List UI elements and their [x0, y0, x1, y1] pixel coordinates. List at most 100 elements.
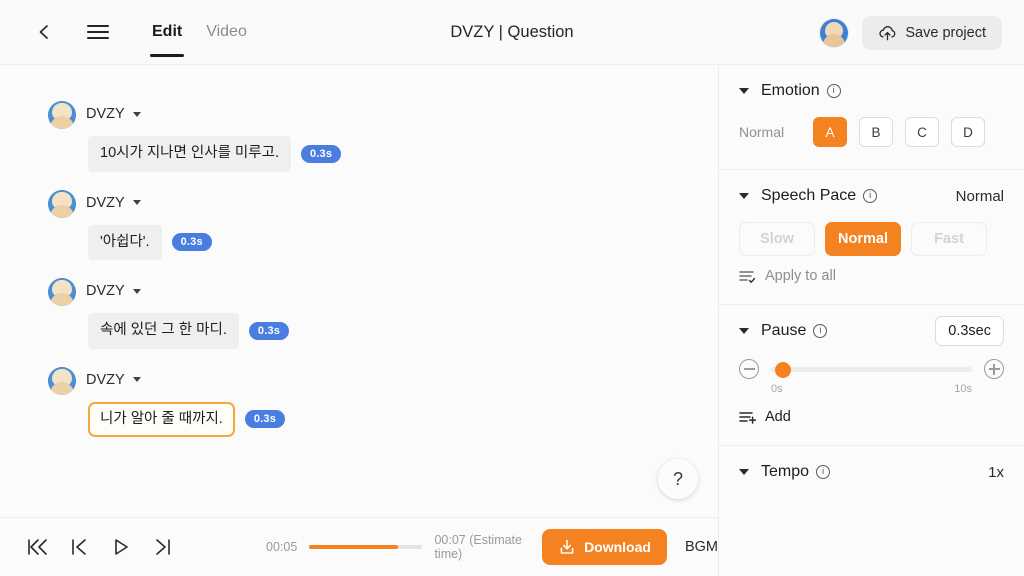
speaker-selector[interactable]: DVZY — [86, 106, 141, 122]
line-header: DVZY — [48, 367, 718, 393]
pause-min-label: 0s — [771, 383, 783, 395]
line-avatar[interactable] — [48, 101, 76, 129]
tempo-header: Tempo i 1x — [739, 446, 1004, 498]
speaker-selector[interactable]: DVZY — [86, 372, 141, 388]
download-icon — [560, 539, 574, 554]
cloud-upload-icon — [879, 25, 896, 40]
pace-option-normal-label: Normal — [838, 231, 888, 247]
emotion-option-b-label: B — [871, 124, 881, 140]
emotion-option-b[interactable]: B — [859, 117, 893, 147]
collapse-toggle-icon[interactable] — [739, 469, 749, 475]
info-icon[interactable]: i — [826, 84, 841, 98]
save-project-button[interactable]: Save project — [862, 15, 1002, 50]
chevron-down-icon — [132, 200, 141, 206]
collapse-toggle-icon[interactable] — [739, 193, 749, 199]
tab-video[interactable]: Video — [194, 0, 259, 65]
collapse-toggle-icon[interactable] — [739, 88, 749, 94]
skip-to-start-icon — [28, 539, 47, 555]
line-avatar[interactable] — [48, 278, 76, 307]
plus-circle-icon[interactable] — [984, 359, 1004, 379]
pause-slider-thumb[interactable] — [775, 361, 792, 378]
line-text[interactable]: 10시가 지나면 인사를 미루고. — [88, 136, 291, 172]
add-pause-button[interactable]: Add — [739, 395, 1004, 445]
speaker-name: DVZY — [86, 371, 125, 388]
list-plus-icon — [739, 411, 756, 424]
pause-value-input[interactable]: 0.3sec — [935, 316, 1004, 346]
pause-slider-row — [739, 357, 1004, 379]
pause-section: Pause i 0.3sec 0s 10s Add — [719, 305, 1024, 446]
speaker-selector[interactable]: DVZY — [86, 195, 141, 211]
speaker-name: DVZY — [86, 106, 125, 122]
line-body: 속에 있던 그 한 마디. 0.3s — [88, 313, 718, 349]
line-text[interactable]: '아쉽다'. — [88, 224, 162, 261]
app-root: Edit Video DVZY | Question Save project — [0, 0, 1024, 576]
line-text-selected[interactable]: 니가 알아 줄 때까지. — [88, 401, 235, 438]
emotion-option-a[interactable]: A — [813, 117, 847, 147]
emotion-option-c[interactable]: C — [905, 117, 939, 147]
tab-edit-label: Edit — [152, 23, 183, 40]
apply-to-all-button[interactable]: Apply to all — [739, 268, 1004, 304]
pace-option-slow[interactable]: Slow — [739, 222, 815, 256]
speech-pace-value: Normal — [955, 187, 1004, 205]
speaker-name: DVZY — [86, 194, 125, 211]
speech-pace-options: Slow Normal Fast — [739, 222, 1004, 268]
pace-option-normal[interactable]: Normal — [825, 222, 901, 256]
info-icon[interactable]: i — [863, 189, 878, 203]
speech-pace-section: Speech Pace i Normal Slow Normal Fast Ap… — [719, 170, 1024, 305]
chevron-down-icon — [132, 288, 141, 294]
tempo-title: Tempo — [761, 463, 810, 480]
info-icon[interactable]: i — [816, 465, 831, 479]
previous-button[interactable] — [66, 534, 92, 560]
duration-badge[interactable]: 0.3s — [171, 233, 212, 252]
help-label: ? — [672, 468, 683, 489]
emotion-option-d[interactable]: D — [951, 117, 985, 147]
line-header: DVZY — [48, 278, 718, 304]
play-button[interactable] — [108, 534, 134, 560]
emotion-title: Emotion — [761, 82, 820, 99]
tab-edit[interactable]: Edit — [140, 0, 194, 65]
pace-option-fast-label: Fast — [934, 231, 964, 247]
pause-slider[interactable] — [771, 361, 972, 378]
chevron-left-icon — [39, 25, 48, 39]
next-button[interactable] — [150, 534, 176, 560]
skip-to-start-button[interactable] — [24, 534, 50, 560]
collapse-toggle-icon[interactable] — [739, 328, 749, 334]
script-editor: DVZY 10시가 지나면 인사를 미루고. 0.3s DVZY '아쉽다'. … — [0, 65, 719, 517]
total-time: 00:07 (Estimate time) — [434, 533, 522, 561]
hamburger-menu-button[interactable] — [84, 18, 112, 46]
pace-option-fast[interactable]: Fast — [911, 222, 987, 256]
bgm-label: BGM — [684, 539, 718, 555]
info-icon[interactable]: i — [813, 324, 828, 338]
duration-badge[interactable]: 0.3s — [248, 321, 290, 340]
emotion-options: Normal A B C D — [739, 117, 1004, 169]
script-line: DVZY '아쉽다'. 0.3s — [0, 189, 718, 261]
pause-title: Pause — [761, 322, 807, 339]
header-tabs: Edit Video — [140, 0, 259, 65]
line-avatar[interactable] — [48, 366, 76, 395]
tempo-section: Tempo i 1x — [719, 446, 1024, 498]
chevron-down-icon — [132, 377, 141, 383]
chevron-down-icon — [132, 111, 141, 117]
duration-badge[interactable]: 0.3s — [300, 144, 342, 163]
emotion-option-d-label: D — [963, 124, 973, 140]
line-text[interactable]: 속에 있던 그 한 마디. — [88, 313, 239, 349]
tab-video-label: Video — [206, 23, 247, 40]
back-button[interactable] — [30, 18, 58, 46]
emotion-header: Emotion i — [739, 65, 1004, 117]
line-avatar[interactable] — [48, 189, 76, 218]
avatar[interactable] — [820, 18, 849, 47]
progress-fill — [309, 545, 398, 549]
transport-controls — [24, 534, 176, 560]
speech-pace-title: Speech Pace — [761, 187, 857, 204]
progress-slider[interactable] — [309, 545, 423, 549]
duration-badge[interactable]: 0.3s — [244, 410, 286, 429]
pause-slider-scale: 0s 10s — [739, 379, 1004, 395]
help-button[interactable]: ? — [658, 459, 698, 499]
save-project-label: Save project — [905, 24, 986, 41]
speaker-selector[interactable]: DVZY — [86, 283, 141, 299]
minus-circle-icon[interactable] — [739, 359, 759, 379]
emotion-section: Emotion i Normal A B C D — [719, 65, 1024, 170]
download-button[interactable]: Download — [542, 529, 667, 565]
apply-to-all-label: Apply to all — [765, 268, 836, 284]
line-header: DVZY — [48, 101, 718, 127]
